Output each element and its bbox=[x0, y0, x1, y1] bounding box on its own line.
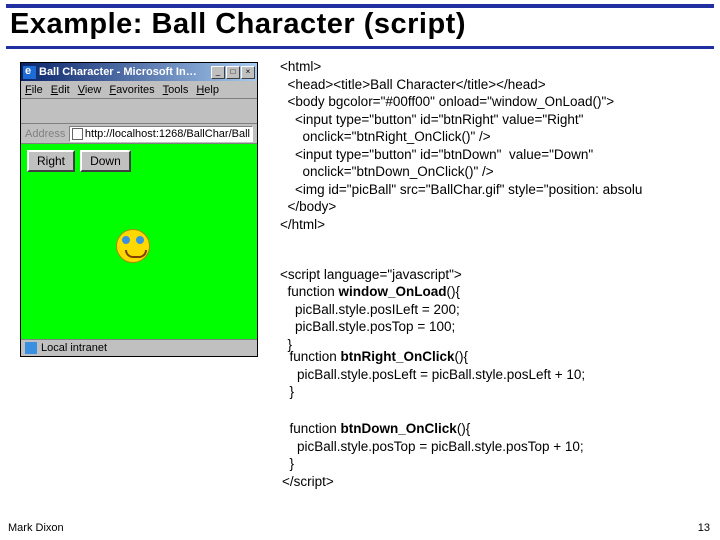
footer-author: Mark Dixon bbox=[8, 522, 64, 534]
code-script-open: <script language="javascript"> function … bbox=[280, 248, 462, 353]
address-bar: Address http://localhost:1268/BallChar/B… bbox=[21, 124, 257, 144]
header-rule bbox=[6, 46, 714, 49]
footer-page-number: 13 bbox=[698, 522, 710, 534]
browser-titlebar: Ball Character - Microsoft In… _ □ × bbox=[21, 63, 257, 81]
status-bar: Local intranet bbox=[21, 339, 257, 356]
menu-file[interactable]: File bbox=[25, 84, 43, 96]
address-field[interactable]: http://localhost:1268/BallChar/Ball bbox=[69, 126, 253, 142]
code-html-block: <html> <head><title>Ball Character</titl… bbox=[280, 58, 642, 233]
minimize-button[interactable]: _ bbox=[211, 66, 225, 79]
menu-edit[interactable]: Edit bbox=[51, 84, 70, 96]
code-fn-right: function btnRight_OnClick(){ picBall.sty… bbox=[282, 348, 585, 401]
menu-help[interactable]: Help bbox=[196, 84, 219, 96]
address-label: Address bbox=[25, 128, 65, 140]
close-button[interactable]: × bbox=[241, 66, 255, 79]
down-button[interactable]: Down bbox=[80, 150, 131, 172]
page-content: Right Down bbox=[21, 144, 257, 339]
code-fn-down: function btnDown_OnClick(){ picBall.styl… bbox=[282, 420, 584, 490]
right-button[interactable]: Right bbox=[27, 150, 75, 172]
page-icon bbox=[72, 128, 83, 140]
ball-character-image bbox=[116, 229, 150, 263]
browser-window: Ball Character - Microsoft In… _ □ × Fil… bbox=[20, 62, 258, 357]
menu-favorites[interactable]: Favorites bbox=[109, 84, 154, 96]
menu-view[interactable]: View bbox=[78, 84, 102, 96]
menu-tools[interactable]: Tools bbox=[163, 84, 189, 96]
url-text: http://localhost:1268/BallChar/Ball bbox=[85, 128, 250, 140]
ie-icon bbox=[23, 66, 36, 79]
status-zone-text: Local intranet bbox=[41, 342, 107, 354]
window-title: Ball Character - Microsoft In… bbox=[39, 66, 211, 78]
menu-bar: File Edit View Favorites Tools Help bbox=[21, 81, 257, 99]
maximize-button[interactable]: □ bbox=[226, 66, 240, 79]
slide-title: Example: Ball Character (script) bbox=[10, 8, 466, 41]
toolbar bbox=[21, 99, 257, 124]
zone-icon bbox=[25, 342, 37, 354]
